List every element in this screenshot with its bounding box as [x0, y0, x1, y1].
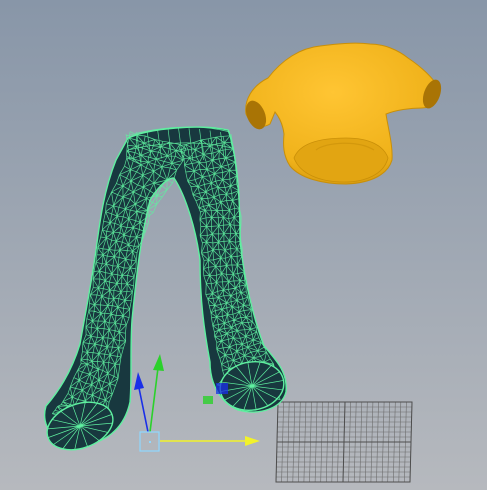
viewport-canvas[interactable]	[0, 0, 487, 490]
yz-plane-handle[interactable]	[203, 396, 213, 404]
pivot-point	[149, 441, 151, 443]
3d-viewport[interactable]	[0, 0, 487, 490]
xy-plane-handle[interactable]	[216, 383, 228, 394]
